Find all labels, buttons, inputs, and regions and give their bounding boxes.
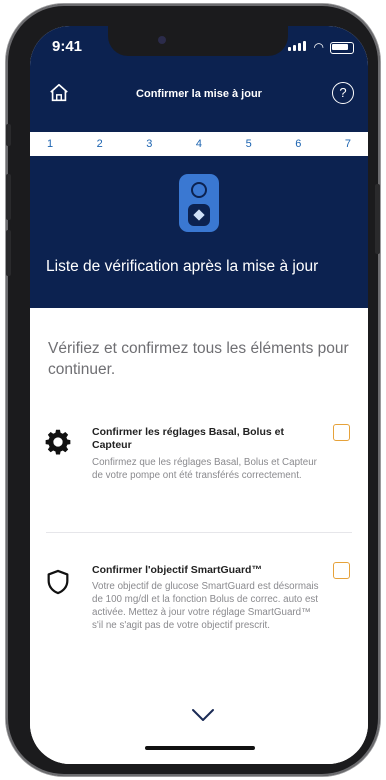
home-indicator[interactable]	[145, 746, 255, 750]
item-title: Confirmer les réglages Basal, Bolus et C…	[92, 426, 284, 451]
signal-icon	[288, 41, 306, 51]
item-checkbox[interactable]	[333, 424, 350, 441]
phone-volume-up	[6, 174, 11, 220]
phone-frame: 9:41 ◠ Confirmer la mise à jour ? 1 2 3 …	[6, 4, 380, 776]
notch	[108, 26, 288, 56]
screen: 9:41 ◠ Confirmer la mise à jour ? 1 2 3 …	[30, 26, 368, 764]
step-indicator: 1 2 3 4 5 6 7	[30, 132, 368, 156]
item-checkbox[interactable]	[333, 562, 350, 579]
nav-bar: Confirmer la mise à jour ?	[30, 76, 368, 116]
status-time: 9:41	[52, 38, 83, 55]
step-2: 2	[96, 138, 103, 150]
item-description: Votre objectif de glucose SmartGuard est…	[92, 581, 319, 631]
checklist-banner: Liste de vérification après la mise à jo…	[30, 156, 368, 308]
phone-mute-switch	[6, 124, 11, 146]
step-1: 1	[46, 138, 54, 150]
item-description: Confirmez que les réglages Basal, Bolus …	[92, 457, 317, 481]
camera-icon	[158, 36, 166, 44]
intro-text: Vérifiez et confirmez tous les éléments …	[48, 340, 349, 378]
step-5: 5	[245, 138, 252, 150]
wifi-icon: ◠	[313, 40, 324, 54]
phone-power-button	[375, 184, 380, 254]
divider	[46, 532, 352, 533]
item-title: Confirmer l'objectif SmartGuard™	[92, 564, 262, 576]
chevron-down-icon[interactable]	[190, 702, 216, 728]
step-6: 6	[295, 138, 302, 150]
checklist-content: Vérifiez et confirmez tous les éléments …	[30, 308, 368, 764]
shield-icon	[47, 569, 69, 595]
help-icon[interactable]: ?	[332, 82, 354, 104]
banner-title: Liste de vérification après la mise à jo…	[46, 258, 319, 275]
phone-volume-down	[6, 230, 11, 276]
battery-icon	[330, 42, 354, 54]
gear-icon	[45, 429, 71, 455]
insulin-pump-icon	[179, 174, 219, 232]
step-7: 7	[344, 138, 351, 150]
app-header: 9:41 ◠ Confirmer la mise à jour ?	[30, 26, 368, 132]
step-4: 4	[195, 138, 203, 150]
step-3: 3	[146, 138, 153, 150]
page-title: Confirmer la mise à jour	[136, 88, 262, 100]
